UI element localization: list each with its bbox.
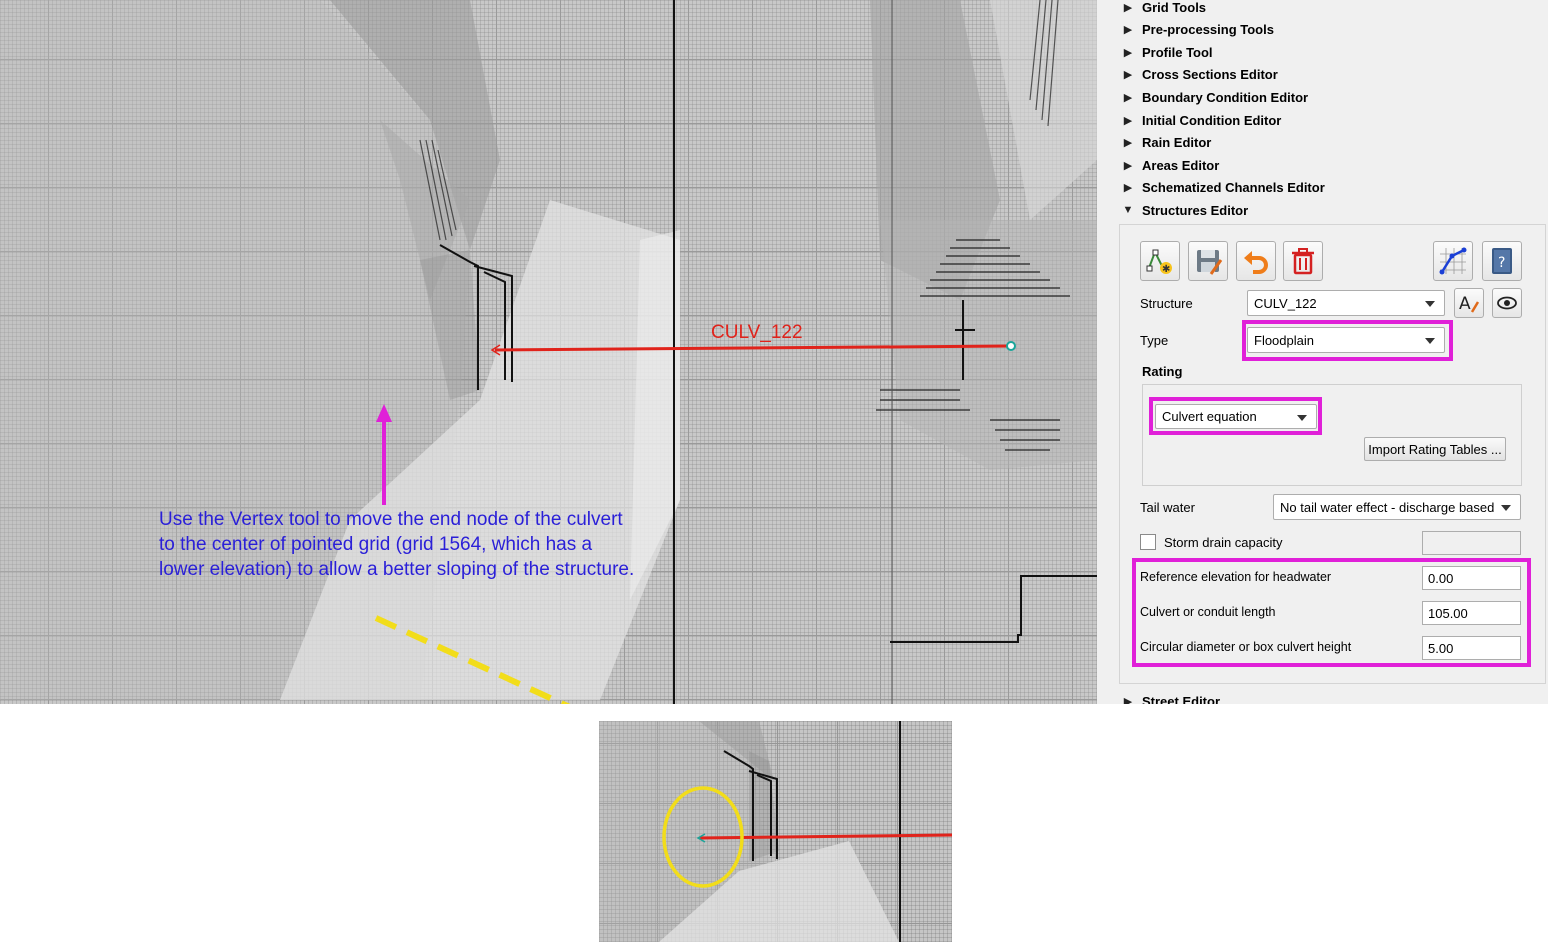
type-label: Type (1140, 333, 1169, 348)
tree-item-schematized-channels-editor[interactable]: ▶ Schematized Channels Editor (1097, 177, 1325, 199)
chevron-right-icon: ▶ (1123, 24, 1133, 37)
tree-item-label: Areas Editor (1142, 157, 1220, 173)
tree-item-label: Street Editor (1142, 693, 1221, 705)
plot-button[interactable] (1433, 241, 1473, 281)
structure-value: CULV_122 (1254, 295, 1317, 311)
svg-text:A: A (1459, 294, 1471, 314)
chevron-right-icon: ▶ (1123, 114, 1133, 127)
add-structure-button[interactable]: ✱ (1140, 241, 1180, 281)
tree-item-label: Cross Sections Editor (1142, 67, 1278, 83)
structure-label: Structure (1140, 296, 1193, 311)
storm-drain-label: Storm drain capacity (1164, 535, 1283, 550)
annotation-text: Use the Vertex tool to move the end node… (159, 509, 635, 580)
structure-select[interactable]: CULV_122 (1247, 290, 1445, 316)
inset-overlay (599, 721, 952, 942)
tailwater-select[interactable]: No tail water effect - discharge based c (1273, 494, 1521, 520)
tree-item-initial-condition-editor[interactable]: ▶ Initial Condition Editor (1097, 109, 1282, 131)
chevron-right-icon: ▶ (1123, 46, 1133, 59)
show-structure-button[interactable] (1492, 288, 1522, 318)
tree-item-cross-sections-editor[interactable]: ▶ Cross Sections Editor (1097, 64, 1278, 86)
zoom-inset (599, 721, 952, 942)
tailwater-label: Tail water (1140, 500, 1195, 515)
params-highlight (1132, 558, 1531, 667)
chevron-right-icon: ▶ (1123, 695, 1133, 705)
tree-item-areas-editor[interactable]: ▶ Areas Editor (1097, 154, 1220, 176)
tree-item-label: Boundary Condition Editor (1142, 89, 1309, 105)
save-icon (1197, 250, 1223, 275)
culvert-end-node (1006, 341, 1016, 351)
tree-item-label: Schematized Channels Editor (1142, 180, 1325, 196)
tree-item-label: Grid Tools (1142, 0, 1207, 15)
help-button[interactable]: ? (1482, 241, 1522, 281)
tree-item-pre-processing-tools[interactable]: ▶ Pre-processing Tools (1097, 19, 1274, 41)
type-highlight (1242, 320, 1453, 361)
tree-item-label: Rain Editor (1142, 135, 1212, 151)
tree-item-structures-editor[interactable]: ▼ Structures Editor (1097, 199, 1249, 221)
storm-drain-checkbox[interactable] (1140, 534, 1156, 550)
chevron-right-icon: ▶ (1123, 69, 1133, 82)
delete-icon (1292, 248, 1314, 275)
chevron-down-icon (1425, 301, 1435, 307)
undo-button[interactable] (1236, 241, 1276, 281)
chevron-down-icon: ▼ (1122, 204, 1134, 217)
tree-item-grid-tools[interactable]: ▶ Grid Tools (1097, 0, 1206, 18)
tree-item-label: Structures Editor (1142, 202, 1249, 218)
chevron-down-icon (1501, 505, 1511, 511)
rename-structure-button[interactable]: A (1454, 288, 1484, 318)
storm-drain-input[interactable] (1422, 531, 1521, 555)
chevron-right-icon: ▶ (1123, 137, 1133, 150)
add-structure-icon: ✱ (1146, 249, 1172, 275)
chevron-right-icon: ▶ (1123, 91, 1133, 104)
map-overlay (0, 0, 1097, 704)
culvert-label: CULV_122 (711, 322, 803, 343)
chevron-right-icon: ▶ (1123, 182, 1133, 195)
import-rating-tables-button[interactable]: Import Rating Tables ... (1364, 437, 1506, 461)
chevron-right-icon: ▶ (1123, 1, 1133, 14)
tailwater-value: No tail water effect - discharge based c (1280, 499, 1498, 515)
save-structure-button[interactable] (1188, 241, 1228, 281)
street-editor-clip: ▶ Street Editor (1097, 690, 1548, 705)
rating-highlight (1149, 397, 1322, 435)
tree-item-label: Profile Tool (1142, 44, 1213, 60)
map-canvas[interactable]: CULV_122 Use the Vertex tool to move the… (0, 0, 1097, 704)
tree-item-label: Initial Condition Editor (1142, 112, 1282, 128)
help-icon: ? (1492, 248, 1512, 274)
svg-text:?: ? (1498, 255, 1505, 271)
eye-icon (1497, 296, 1517, 310)
rename-icon: A (1459, 294, 1480, 314)
tree-item-profile-tool[interactable]: ▶ Profile Tool (1097, 41, 1213, 63)
tree-item-boundary-condition-editor[interactable]: ▶ Boundary Condition Editor (1097, 86, 1308, 108)
undo-icon (1244, 251, 1268, 274)
rating-label: Rating (1142, 364, 1183, 379)
tree-item-rain-editor[interactable]: ▶ Rain Editor (1097, 132, 1212, 154)
svg-text:✱: ✱ (1162, 264, 1170, 275)
chevron-right-icon: ▶ (1123, 159, 1133, 172)
plot-icon (1439, 247, 1467, 275)
tree-item-label: Pre-processing Tools (1142, 22, 1274, 38)
delete-structure-button[interactable] (1283, 241, 1323, 281)
tree-item-street-editor[interactable]: ▶ Street Editor (1097, 690, 1221, 705)
